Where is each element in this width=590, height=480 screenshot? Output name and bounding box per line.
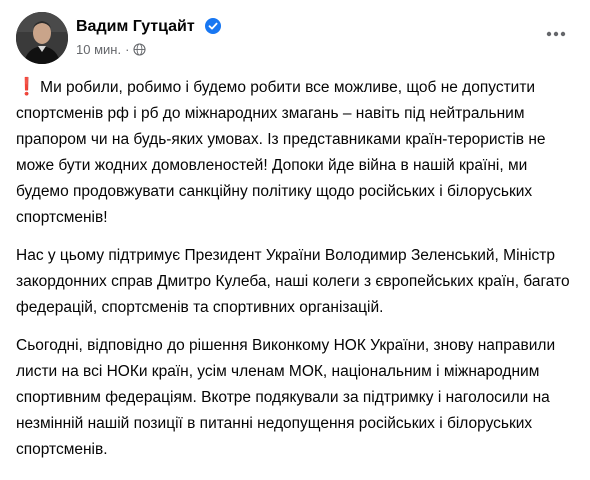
verified-badge-icon: [205, 18, 222, 34]
post-timestamp[interactable]: 10 мин.: [76, 42, 121, 57]
post-paragraph-1-text: Ми робили, робимо і будемо робити все мо…: [16, 79, 546, 226]
globe-icon[interactable]: [133, 43, 146, 56]
post-content: ❗ Ми робили, робимо і будемо робити все м…: [16, 74, 578, 475]
more-options-button[interactable]: [538, 16, 574, 52]
post-header: Вадим Гутцайт 10 мин. ·: [16, 12, 574, 64]
more-options-icon: [546, 31, 566, 37]
post-paragraph-2: Нас у цьому підтримує Президент України …: [16, 247, 570, 316]
facebook-post: Вадим Гутцайт 10 мин. · ❗ Ми робили, робим…: [0, 0, 590, 480]
post-paragraph-1: ❗ Ми робили, робимо і будемо робити все м…: [16, 74, 578, 231]
avatar[interactable]: [16, 12, 68, 64]
red-exclamation-icon: ❗: [16, 77, 38, 96]
author-name[interactable]: Вадим Гутцайт: [76, 18, 222, 36]
author-name-text[interactable]: Вадим Гутцайт: [76, 18, 195, 35]
meta-separator: ·: [125, 42, 130, 57]
avatar-photo: [16, 12, 68, 64]
post-meta: 10 мин. ·: [76, 42, 146, 57]
post-paragraph-3: Сьогодні, відповідно до рішення Виконком…: [16, 337, 556, 458]
